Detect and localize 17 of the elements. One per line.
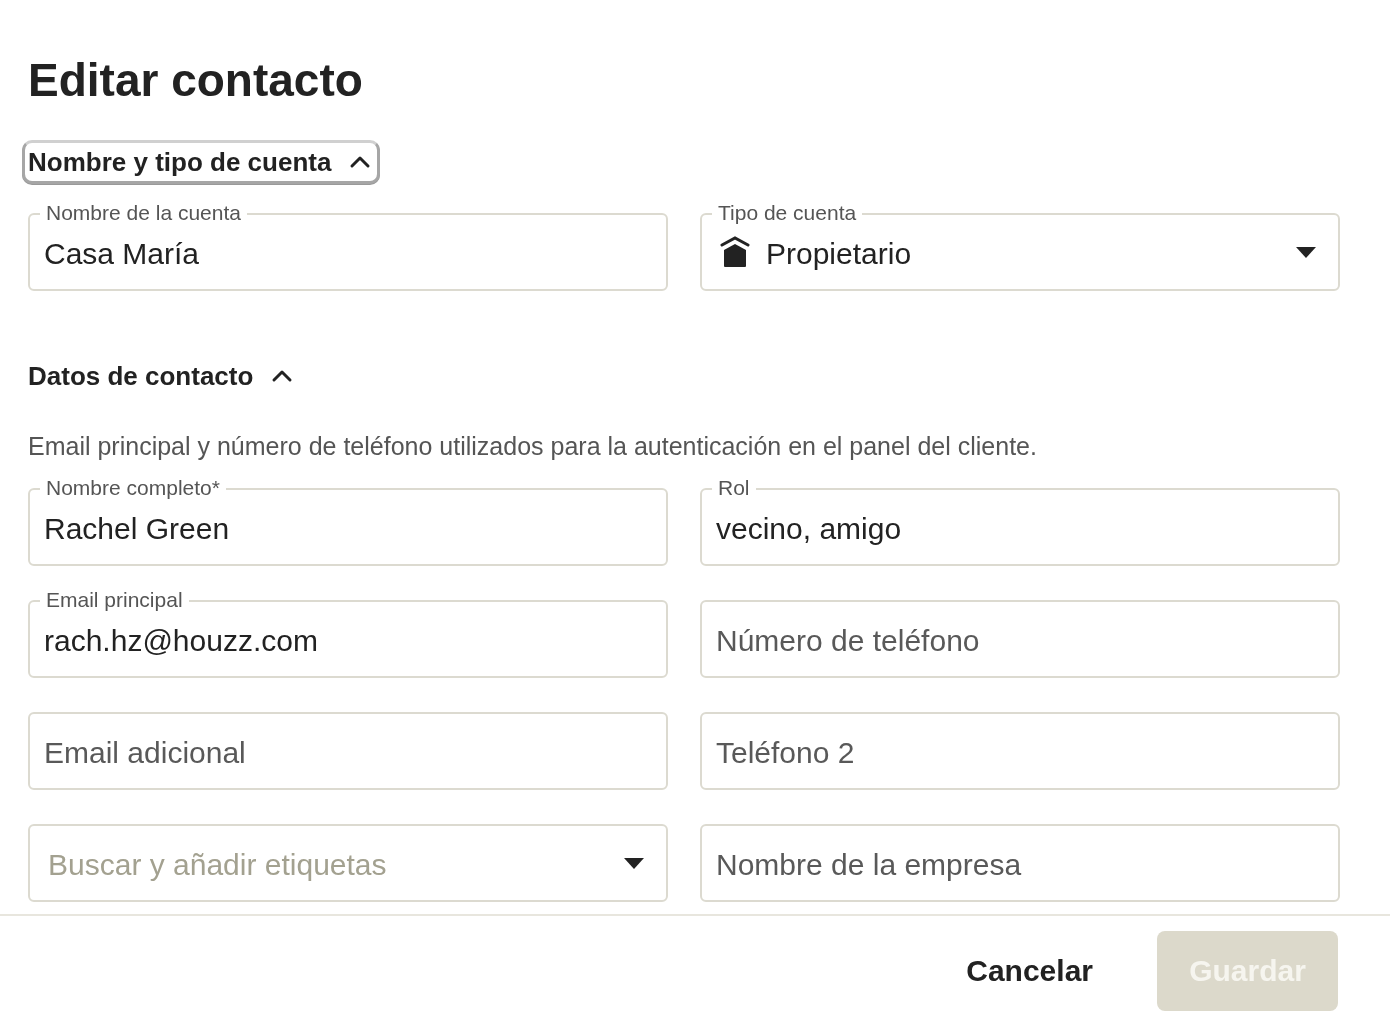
house-icon [720,236,750,268]
field-placeholder: Número de teléfono [716,624,980,658]
field-placeholder: Email adicional [44,736,246,770]
field-placeholder: Nombre de la empresa [716,848,1022,882]
section-header[interactable]: Nombre y tipo de cuenta [22,140,381,184]
field-value: vecino, amigo [716,512,902,546]
field-value: Propietario [766,237,912,271]
field-value: rach.hz@houzz.com [44,624,318,658]
field-value: Rachel Green [44,512,230,546]
field-placeholder: Buscar y añadir etiquetas [48,848,387,882]
cancel-button[interactable]: Cancelar [966,954,1093,988]
field-value: Casa María [44,237,200,271]
section-description: Email principal y número de teléfono utilizados para la autenticación en el panel del cliente. [28,431,1038,461]
caret-down-icon [1296,246,1316,258]
dialog-title: Editar contacto [28,53,364,108]
field-placeholder: Teléfono 2 [716,736,855,770]
caret-down-icon [624,857,644,869]
